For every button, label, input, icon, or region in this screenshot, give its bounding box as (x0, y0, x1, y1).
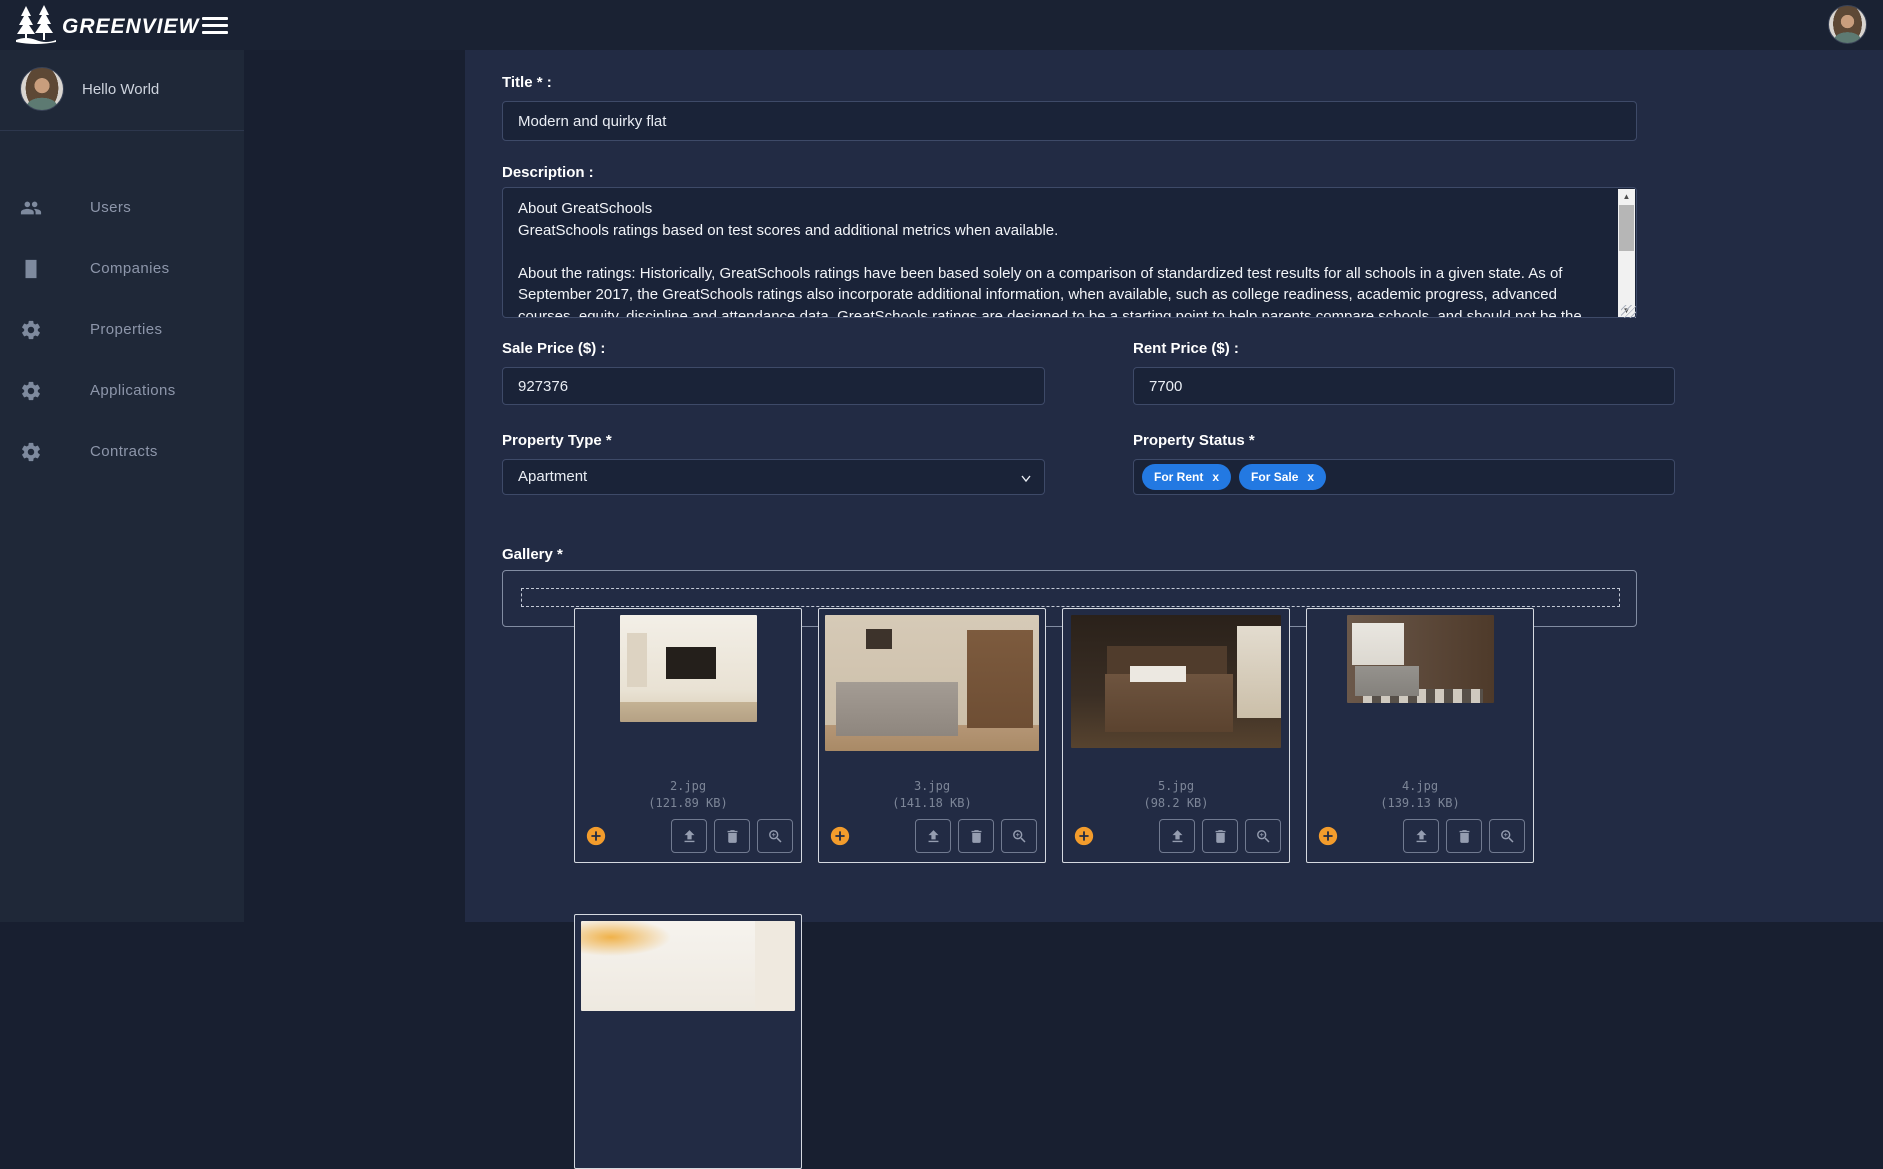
zoom-button[interactable] (757, 819, 793, 853)
zoom-button[interactable] (1245, 819, 1281, 853)
description-scrollbar[interactable]: ▲ ▼ (1618, 189, 1635, 318)
property-type-select[interactable]: Apartment (502, 459, 1045, 495)
sidebar-divider (0, 130, 244, 131)
property-status-label: Property Status * (1133, 432, 1675, 449)
gallery-thumbnail[interactable] (581, 921, 795, 1011)
sidebar-item-properties[interactable]: Properties (0, 299, 244, 360)
sale-price-label: Sale Price ($) : (502, 340, 1045, 357)
gallery-item: 3.jpg (141.18 KB) (818, 608, 1046, 863)
status-tag-label: For Sale (1251, 470, 1298, 484)
zoom-button[interactable] (1001, 819, 1037, 853)
sidebar-item-label: Properties (90, 321, 162, 338)
property-type-label: Property Type * (502, 432, 1045, 449)
sidebar-item-label: Companies (90, 260, 169, 277)
gallery-item (574, 914, 802, 1169)
scrollbar-thumb[interactable] (1619, 205, 1634, 251)
gallery-item: 4.jpg (139.13 KB) (1306, 608, 1534, 863)
user-avatar[interactable] (1828, 5, 1867, 44)
gallery-thumbnail[interactable] (620, 615, 757, 722)
menu-toggle-button[interactable] (202, 12, 232, 38)
sidebar-item-applications[interactable]: Applications (0, 360, 244, 421)
sidebar-profile: Hello World (0, 50, 244, 128)
description-textarea[interactable]: About GreatSchools GreatSchools ratings … (502, 187, 1637, 318)
title-label: Title * : (502, 74, 552, 91)
status-tag-label: For Rent (1154, 470, 1203, 484)
sidebar-item-label: Users (90, 199, 131, 216)
rent-price-label: Rent Price ($) : (1133, 340, 1675, 357)
upload-button[interactable] (1159, 819, 1195, 853)
add-image-icon[interactable] (1073, 825, 1095, 847)
gallery-file-name: 4.jpg (1307, 779, 1533, 793)
users-icon (20, 197, 42, 219)
gallery-file-size: (121.89 KB) (575, 796, 801, 810)
sidebar-nav: Users Companies Properties Applications … (0, 177, 244, 482)
status-tag: For Sale x (1239, 464, 1326, 490)
profile-avatar[interactable] (20, 67, 64, 111)
property-edit-form: Title * : Description : About GreatSchoo… (502, 50, 1637, 341)
delete-button[interactable] (714, 819, 750, 853)
resize-handle[interactable] (1621, 305, 1636, 318)
add-image-icon[interactable] (585, 825, 607, 847)
brand-name: GREENVIEW (62, 15, 199, 39)
gallery-dropzone[interactable] (521, 588, 1620, 607)
gallery-thumbnail[interactable] (1071, 615, 1281, 748)
sidebar-item-label: Applications (90, 382, 176, 399)
gallery-file-name: 2.jpg (575, 779, 801, 793)
gallery-file-size: (139.13 KB) (1307, 796, 1533, 810)
add-image-icon[interactable] (1317, 825, 1339, 847)
rent-price-input[interactable] (1133, 367, 1675, 405)
sidebar-item-users[interactable]: Users (0, 177, 244, 238)
status-tag: For Rent x (1142, 464, 1231, 490)
gallery-file-name: 3.jpg (819, 779, 1045, 793)
gallery-thumbnail[interactable] (1347, 615, 1494, 703)
title-input[interactable] (502, 101, 1637, 141)
gallery-item: 5.jpg (98.2 KB) (1062, 608, 1290, 863)
gear-icon (20, 319, 42, 341)
gallery-label: Gallery * (502, 546, 563, 563)
upload-button[interactable] (671, 819, 707, 853)
profile-greeting: Hello World (82, 81, 159, 98)
delete-button[interactable] (1446, 819, 1482, 853)
sale-price-input[interactable] (502, 367, 1045, 405)
content-panel: Title * : Description : About GreatSchoo… (465, 50, 1883, 922)
gear-icon (20, 380, 42, 402)
add-image-icon[interactable] (829, 825, 851, 847)
property-status-field[interactable]: For Rent x For Sale x (1133, 459, 1675, 495)
gallery-file-name: 5.jpg (1063, 779, 1289, 793)
zoom-button[interactable] (1489, 819, 1525, 853)
gallery-file-size: (141.18 KB) (819, 796, 1045, 810)
description-text: About GreatSchools GreatSchools ratings … (518, 198, 1612, 318)
gallery-file-size: (98.2 KB) (1063, 796, 1289, 810)
chevron-down-icon (1020, 472, 1032, 484)
description-label: Description : (502, 164, 594, 181)
sidebar-item-contracts[interactable]: Contracts (0, 421, 244, 482)
upload-button[interactable] (1403, 819, 1439, 853)
building-icon (20, 258, 42, 280)
sidebar-item-companies[interactable]: Companies (0, 238, 244, 299)
brand-logo[interactable]: GREENVIEW (14, 4, 199, 49)
scroll-up-icon[interactable]: ▲ (1618, 189, 1635, 204)
topbar: GREENVIEW (0, 0, 1883, 50)
gallery-item: 2.jpg (121.89 KB) (574, 608, 802, 863)
sidebar: Hello World Users Companies Properties A (0, 50, 244, 922)
property-type-value: Apartment (518, 468, 587, 485)
delete-button[interactable] (1202, 819, 1238, 853)
gear-icon (20, 441, 42, 463)
main-area: Title * : Description : About GreatSchoo… (244, 50, 1883, 922)
sidebar-item-label: Contracts (90, 443, 158, 460)
remove-tag-icon[interactable]: x (1212, 470, 1219, 484)
gallery-thumbnail[interactable] (825, 615, 1039, 751)
upload-button[interactable] (915, 819, 951, 853)
delete-button[interactable] (958, 819, 994, 853)
gallery-cards-row: 2.jpg (121.89 KB) 3.jpg (141.18 KB (574, 608, 1534, 863)
pine-trees-icon (14, 4, 58, 49)
remove-tag-icon[interactable]: x (1307, 470, 1314, 484)
